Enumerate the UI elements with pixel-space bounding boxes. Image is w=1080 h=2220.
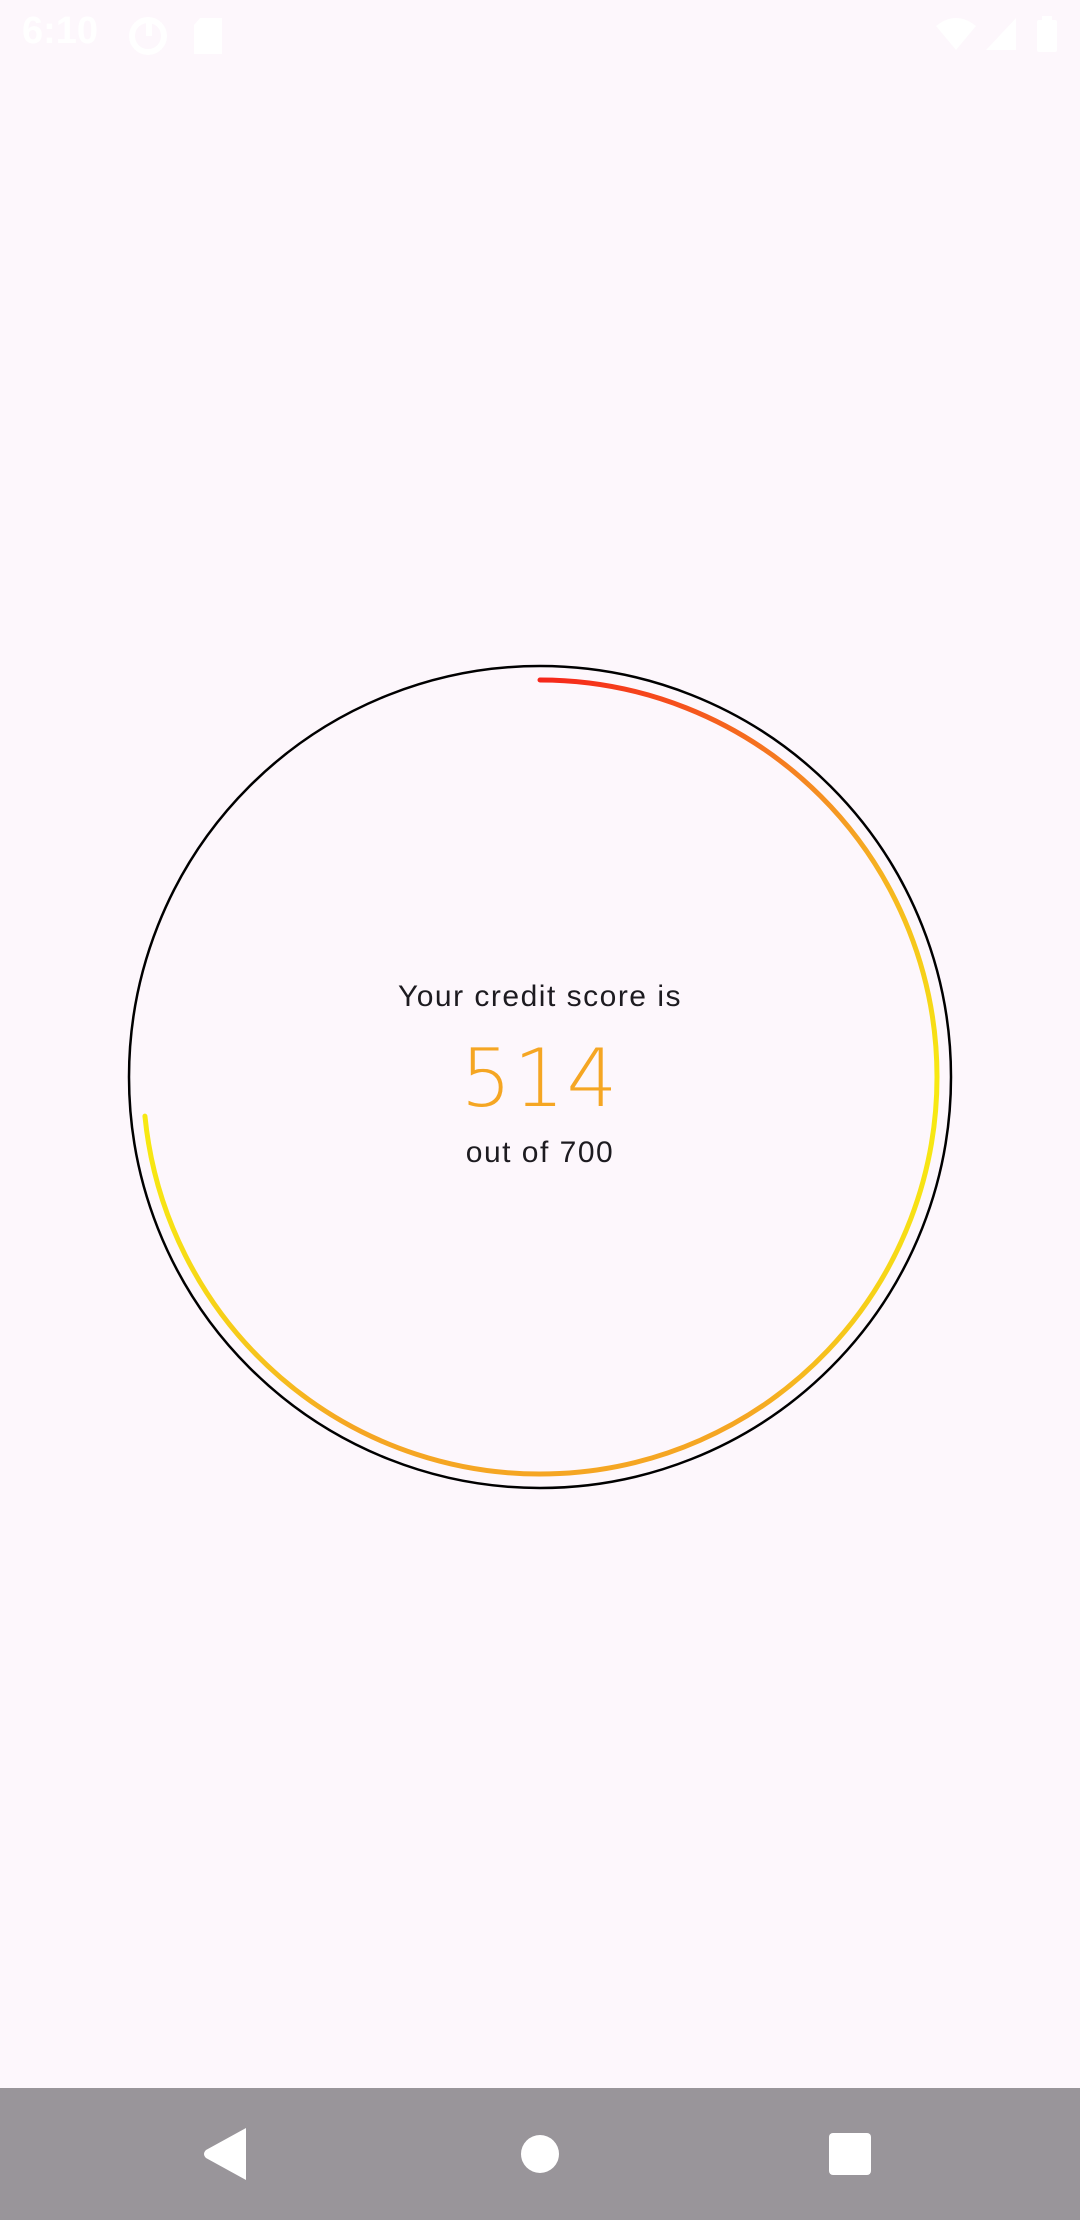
home-button[interactable] — [508, 2122, 572, 2186]
back-icon — [204, 2128, 246, 2180]
navigation-bar — [0, 2088, 1080, 2220]
score-max-label: out of 700 — [465, 1136, 615, 1169]
back-button[interactable] — [196, 2122, 260, 2186]
recents-button[interactable] — [818, 2122, 882, 2186]
home-icon — [521, 2135, 559, 2173]
gauge-progress-arc-upper — [537, 677, 940, 1080]
recents-icon — [829, 2133, 871, 2175]
credit-score-screen: 6:10 Your credit score is 514 out of 700 — [0, 0, 1080, 2220]
score-heading: Your credit score is — [397, 980, 682, 1013]
credit-score-value: 514 — [460, 1032, 620, 1125]
